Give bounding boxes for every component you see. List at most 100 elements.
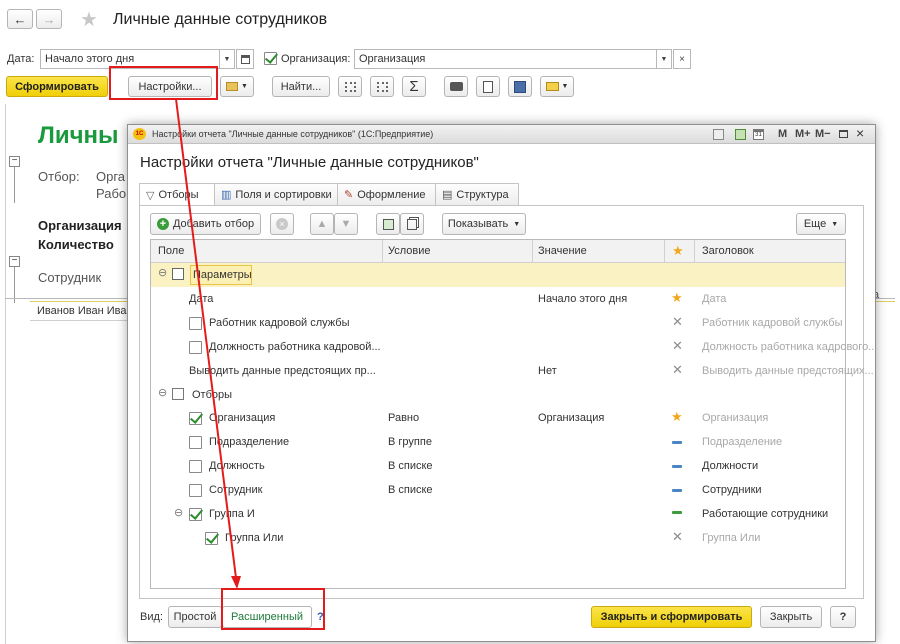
arrow-up-icon: ▲ [316,218,328,230]
preview-button[interactable] [476,76,500,97]
row-checkbox[interactable] [205,532,218,545]
row-field[interactable]: Организация [209,412,275,424]
show-dropdown-button[interactable]: Показывать ▼ [442,213,526,235]
find-button[interactable]: Найти... [272,76,330,97]
row-title[interactable]: Подразделение [702,436,782,448]
params-group-row[interactable] [151,263,845,287]
calendar-button[interactable] [236,49,254,69]
report-icon[interactable] [713,129,724,140]
row-title[interactable]: Должности [702,460,758,472]
x-icon[interactable]: ✕ [672,314,683,330]
calendar-icon[interactable]: 31 [753,129,764,140]
memory-minus-button[interactable]: M− [815,128,831,140]
tab-appearance[interactable]: ✎ Оформление [337,183,436,205]
row-field[interactable]: Дата [189,293,213,305]
row-checkbox[interactable] [189,412,202,425]
collapse-icon[interactable]: ⊖ [158,266,167,279]
row-checkbox[interactable] [189,341,202,354]
dash-check-icon[interactable] [672,511,682,514]
star-icon[interactable]: ★ [671,290,683,306]
collapse-icon[interactable]: ⊖ [174,506,183,519]
collapse-icon[interactable]: ⊖ [158,386,167,399]
row-condition[interactable]: В группе [388,436,432,448]
dash-icon[interactable] [672,465,682,468]
dash-icon[interactable] [672,489,682,492]
row-title[interactable]: Организация [702,412,768,424]
row-checkbox[interactable] [189,484,202,497]
more-button[interactable]: Еще ▼ [796,213,846,235]
x-icon[interactable]: ✕ [672,362,683,378]
row-checkbox[interactable] [189,436,202,449]
forward-button[interactable]: → [36,9,62,29]
organization-clear-button[interactable]: × [673,49,691,69]
calculator-icon[interactable] [735,129,746,140]
expand-groups-button[interactable] [338,76,362,97]
row-title[interactable]: Работник кадровой службы [702,317,843,329]
row-title[interactable]: Должность работника кадрового... [702,341,877,353]
copy-button[interactable] [400,213,424,235]
generate-button[interactable]: Сформировать [6,76,108,97]
row-title[interactable]: Сотрудники [702,484,762,496]
move-up-button[interactable]: ▲ [310,213,334,235]
close-icon[interactable]: × [856,125,864,141]
help-button[interactable]: ? [830,606,856,628]
row-field[interactable]: Сотрудник [209,484,262,496]
back-button[interactable]: ← [7,9,33,29]
column-header-title[interactable]: Заголовок [702,245,754,257]
x-icon[interactable]: ✕ [672,529,683,545]
row-value[interactable]: Организация [538,412,604,424]
row-checkbox[interactable] [189,317,202,330]
maximize-icon[interactable] [839,130,848,138]
row-field[interactable]: Группа И [209,508,255,520]
row-value[interactable]: Нет [538,365,557,377]
close-and-generate-button[interactable]: Закрыть и сформировать [591,606,752,628]
date-dropdown-button[interactable]: ▼ [219,49,235,69]
memory-button[interactable]: M [778,128,787,140]
save-button[interactable] [508,76,532,97]
column-header-condition[interactable]: Условие [388,245,431,257]
row-field[interactable]: Должность [209,460,265,472]
row-condition[interactable]: В списке [388,484,433,496]
memory-plus-button[interactable]: M+ [795,128,811,140]
star-icon[interactable]: ★ [671,409,683,425]
collapse-group-icon[interactable]: − [9,156,20,167]
tab-filters[interactable]: ▽ Отборы [139,183,215,206]
row-field[interactable]: Группа Или [225,532,283,544]
close-button[interactable]: Закрыть [760,606,822,628]
row-field[interactable]: Подразделение [209,436,289,448]
row-title[interactable]: Группа Или [702,532,760,544]
tab-fields-sorting[interactable]: ▥ Поля и сортировки [214,183,338,205]
add-filter-button[interactable]: + Добавить отбор [150,213,261,235]
delete-button[interactable]: × [270,213,294,235]
column-header-star-icon[interactable]: ★ [672,243,684,259]
print-button[interactable] [444,76,468,97]
sum-button[interactable]: Σ [402,76,426,97]
row-title[interactable]: Дата [702,293,726,305]
row-checkbox[interactable] [189,460,202,473]
organization-checkbox[interactable] [264,52,277,65]
column-header-field[interactable]: Поле [158,245,184,257]
tab-structure[interactable]: ▤ Структура [435,183,519,205]
row-condition[interactable]: Равно [388,412,419,424]
variants-button[interactable]: ▼ [220,76,254,97]
row-title[interactable]: Работающие сотрудники [702,508,828,520]
row-field[interactable]: Работник кадровой службы [209,317,350,329]
row-field[interactable]: Должность работника кадровой... [209,341,381,353]
collapse-group-icon[interactable]: − [9,256,20,267]
column-header-value[interactable]: Значение [538,245,587,257]
collapse-groups-button[interactable] [370,76,394,97]
move-down-button[interactable]: ▼ [334,213,358,235]
row-title[interactable]: Выводить данные предстоящих... [702,365,874,377]
dash-icon[interactable] [672,441,682,444]
check-all-button[interactable] [376,213,400,235]
simple-view-button[interactable]: Простой [168,606,222,628]
row-condition[interactable]: В списке [388,460,433,472]
organization-field[interactable]: Организация [354,49,657,69]
send-email-button[interactable]: ▼ [540,76,574,97]
organization-dropdown-button[interactable]: ▼ [656,49,672,69]
favorite-star-icon[interactable]: ★ [80,7,98,32]
row-value[interactable]: Начало этого дня [538,293,627,305]
x-icon[interactable]: ✕ [672,338,683,354]
row-checkbox[interactable] [189,508,202,521]
row-field[interactable]: Выводить данные предстоящих пр... [189,365,376,377]
